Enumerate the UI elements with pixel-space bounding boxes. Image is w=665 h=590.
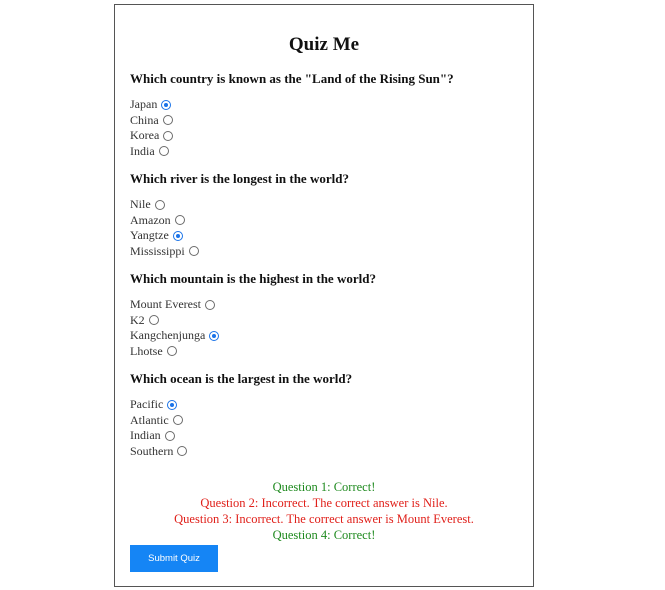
radio-button[interactable] [158, 146, 169, 157]
quiz-card: Quiz Me Which country is known as the "L… [114, 4, 534, 587]
option-row[interactable]: Southern [130, 444, 520, 460]
option-row[interactable]: Yangtze [130, 228, 520, 244]
option-row[interactable]: Korea [130, 128, 520, 144]
option-label[interactable]: Pacific [130, 397, 163, 412]
question-text: Which river is the longest in the world? [130, 171, 349, 186]
radio-button[interactable] [163, 130, 174, 141]
option-row[interactable]: Indian [130, 428, 520, 444]
option-row[interactable]: Nile [130, 197, 520, 213]
question-3: Which mountain is the highest in the wor… [130, 271, 520, 359]
radio-button[interactable] [162, 115, 173, 126]
option-label[interactable]: Amazon [130, 213, 171, 228]
option-label[interactable]: Nile [130, 197, 151, 212]
radio-button[interactable] [172, 230, 183, 241]
question-text: Which mountain is the highest in the wor… [130, 271, 376, 286]
radio-button[interactable] [148, 315, 159, 326]
results-panel: Question 1: Correct! Question 2: Incorre… [115, 479, 533, 543]
result-line-2: Question 2: Incorrect. The correct answe… [200, 496, 448, 510]
question-4: Which ocean is the largest in the world?… [130, 371, 520, 459]
result-line-1: Question 1: Correct! [272, 480, 376, 494]
option-row[interactable]: Mount Everest [130, 297, 520, 313]
option-label[interactable]: Lhotse [130, 344, 163, 359]
radio-button[interactable] [161, 99, 172, 110]
option-row[interactable]: Kangchenjunga [130, 328, 520, 344]
question-1: Which country is known as the "Land of t… [130, 71, 520, 159]
option-row[interactable]: Atlantic [130, 413, 520, 429]
radio-button[interactable] [188, 246, 199, 257]
question-2: Which river is the longest in the world?… [130, 171, 520, 259]
option-row[interactable]: K2 [130, 313, 520, 329]
option-row[interactable]: China [130, 113, 520, 129]
option-row[interactable]: Japan [130, 97, 520, 113]
radio-button[interactable] [174, 215, 185, 226]
result-line-3: Question 3: Incorrect. The correct answe… [174, 512, 474, 526]
option-label[interactable]: India [130, 144, 155, 159]
option-label[interactable]: Kangchenjunga [130, 328, 205, 343]
option-label[interactable]: K2 [130, 313, 145, 328]
quiz-title: Quiz Me [288, 34, 360, 55]
option-row[interactable]: Lhotse [130, 344, 520, 360]
option-label[interactable]: Japan [130, 97, 157, 112]
question-text: Which ocean is the largest in the world? [130, 371, 353, 386]
option-label[interactable]: Mount Everest [130, 297, 201, 312]
option-label[interactable]: Atlantic [130, 413, 169, 428]
option-label[interactable]: Korea [130, 128, 159, 143]
option-row[interactable]: Amazon [130, 213, 520, 229]
radio-button[interactable] [164, 430, 175, 441]
option-row[interactable]: India [130, 144, 520, 160]
question-text: Which country is known as the "Land of t… [130, 71, 454, 86]
radio-button[interactable] [154, 199, 165, 210]
option-label[interactable]: Indian [130, 428, 161, 443]
option-label[interactable]: Mississippi [130, 244, 185, 259]
option-label[interactable]: Yangtze [130, 228, 169, 243]
option-label[interactable]: Southern [130, 444, 173, 459]
result-line-4: Question 4: Correct! [272, 528, 376, 542]
option-label[interactable]: China [130, 113, 159, 128]
radio-button[interactable] [172, 415, 183, 426]
radio-button[interactable] [209, 330, 220, 341]
submit-quiz-button[interactable]: Submit Quiz [130, 545, 218, 572]
radio-button[interactable] [166, 346, 177, 357]
questions-list: Which country is known as the "Land of t… [130, 71, 520, 471]
option-row[interactable]: Pacific [130, 397, 520, 413]
radio-button[interactable] [205, 299, 215, 310]
radio-button[interactable] [177, 446, 188, 457]
option-row[interactable]: Mississippi [130, 244, 520, 260]
radio-button[interactable] [167, 399, 178, 410]
